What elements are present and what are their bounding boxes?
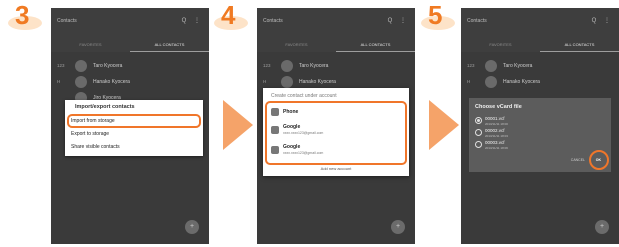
- section-letter: 123: [57, 63, 65, 68]
- tab-bar: FAVORITES ALL CONTACTS: [461, 38, 619, 52]
- vcard-date: 2013/11/11 18:03: [485, 134, 508, 138]
- highlight-ring: [67, 114, 201, 128]
- add-new-account-button[interactable]: Add new account: [263, 166, 409, 171]
- section-letter: 123: [263, 63, 271, 68]
- contact-row[interactable]: H Hanako Kyocera: [51, 74, 209, 90]
- avatar: [75, 60, 87, 72]
- phone-screen-step-3: Contacts Q ⋮ FAVORITES ALL CONTACTS 123 …: [51, 8, 209, 244]
- dialog-title: Choose vCard file: [475, 104, 522, 110]
- app-bar: Contacts Q ⋮: [257, 8, 415, 38]
- highlight-ring: [589, 150, 609, 170]
- contact-name: Hanako Kyocera: [93, 79, 130, 85]
- phone-screen-step-4: Contacts Q ⋮ FAVORITES ALL CONTACTS 123 …: [257, 8, 415, 244]
- add-contact-button[interactable]: +: [185, 220, 199, 234]
- tab-bar: FAVORITES ALL CONTACTS: [51, 38, 209, 52]
- tab-favorites[interactable]: FAVORITES: [51, 42, 130, 47]
- section-letter: H: [467, 79, 471, 84]
- toolbar-icons[interactable]: Q ⋮: [388, 17, 409, 24]
- dialog-title: Create contact under account: [271, 93, 337, 99]
- tab-indicator: [130, 50, 209, 52]
- next-step-arrow: [223, 100, 253, 150]
- vcard-date: 2013/11/11 18:06: [485, 146, 508, 150]
- tab-bar: FAVORITES ALL CONTACTS: [257, 38, 415, 52]
- menu-item-share-visible-contacts[interactable]: Share visible contacts: [71, 144, 120, 150]
- highlight-ring: [265, 101, 407, 165]
- vcard-chooser-dialog: Choose vCard file 00001.vcf 2013/11/11 1…: [469, 98, 611, 172]
- avatar: [281, 60, 293, 72]
- vcard-filename: 00003.vcf: [485, 140, 505, 145]
- app-bar: Contacts Q ⋮: [461, 8, 619, 38]
- vcard-filename: 00002.vcf: [485, 128, 505, 133]
- avatar: [281, 76, 293, 88]
- contact-row[interactable]: H Hanako Kyocera: [461, 74, 619, 90]
- tab-all-contacts[interactable]: ALL CONTACTS: [540, 42, 619, 47]
- contact-name: Hanako Kyocera: [299, 79, 336, 85]
- menu-item-export-to-storage[interactable]: Export to storage: [71, 131, 109, 137]
- radio-selected[interactable]: [475, 117, 482, 124]
- add-contact-button[interactable]: +: [391, 220, 405, 234]
- step-4-badge: 4: [212, 0, 252, 32]
- avatar: [485, 76, 497, 88]
- import-export-menu: Import/export contacts Import from stora…: [65, 100, 203, 156]
- app-title: Contacts: [467, 18, 487, 24]
- contact-name: Taro Kyocera: [503, 63, 533, 69]
- radio-unselected[interactable]: [475, 129, 482, 136]
- add-contact-button[interactable]: +: [595, 220, 609, 234]
- tab-indicator: [336, 50, 415, 52]
- cancel-button[interactable]: CANCEL: [571, 158, 585, 162]
- contact-row[interactable]: 123 Taro Kyocera: [461, 58, 619, 74]
- tab-all-contacts[interactable]: ALL CONTACTS: [336, 42, 415, 47]
- contact-name: Taro Kyocera: [93, 63, 123, 69]
- contact-name: Taro Kyocera: [299, 63, 329, 69]
- tab-all-contacts[interactable]: ALL CONTACTS: [130, 42, 209, 47]
- step-5-badge: 5: [419, 0, 459, 32]
- vcard-date: 2013/11/11 18:00: [485, 122, 508, 126]
- vcard-filename: 00001.vcf: [485, 116, 505, 121]
- step-3-badge: 3: [6, 0, 46, 32]
- tab-favorites[interactable]: FAVORITES: [461, 42, 540, 47]
- app-title: Contacts: [57, 18, 77, 24]
- contact-row[interactable]: 123 Taro Kyocera: [257, 58, 415, 74]
- tab-favorites[interactable]: FAVORITES: [257, 42, 336, 47]
- next-step-arrow: [429, 100, 459, 150]
- avatar: [485, 60, 497, 72]
- tab-indicator: [540, 50, 619, 52]
- contact-row[interactable]: 123 Taro Kyocera: [51, 58, 209, 74]
- toolbar-icons[interactable]: Q ⋮: [592, 17, 613, 24]
- menu-title: Import/export contacts: [75, 104, 135, 110]
- toolbar-icons[interactable]: Q ⋮: [182, 17, 203, 24]
- app-title: Contacts: [263, 18, 283, 24]
- account-chooser-dialog: Create contact under account Phone Googl…: [263, 88, 409, 176]
- radio-unselected[interactable]: [475, 141, 482, 148]
- contact-name: Hanako Kyocera: [503, 79, 540, 85]
- section-letter: 123: [467, 63, 475, 68]
- app-bar: Contacts Q ⋮: [51, 8, 209, 38]
- avatar: [75, 76, 87, 88]
- section-letter: H: [263, 79, 267, 84]
- section-letter: H: [57, 79, 61, 84]
- phone-screen-step-5: Contacts Q ⋮ FAVORITES ALL CONTACTS 123 …: [461, 8, 619, 244]
